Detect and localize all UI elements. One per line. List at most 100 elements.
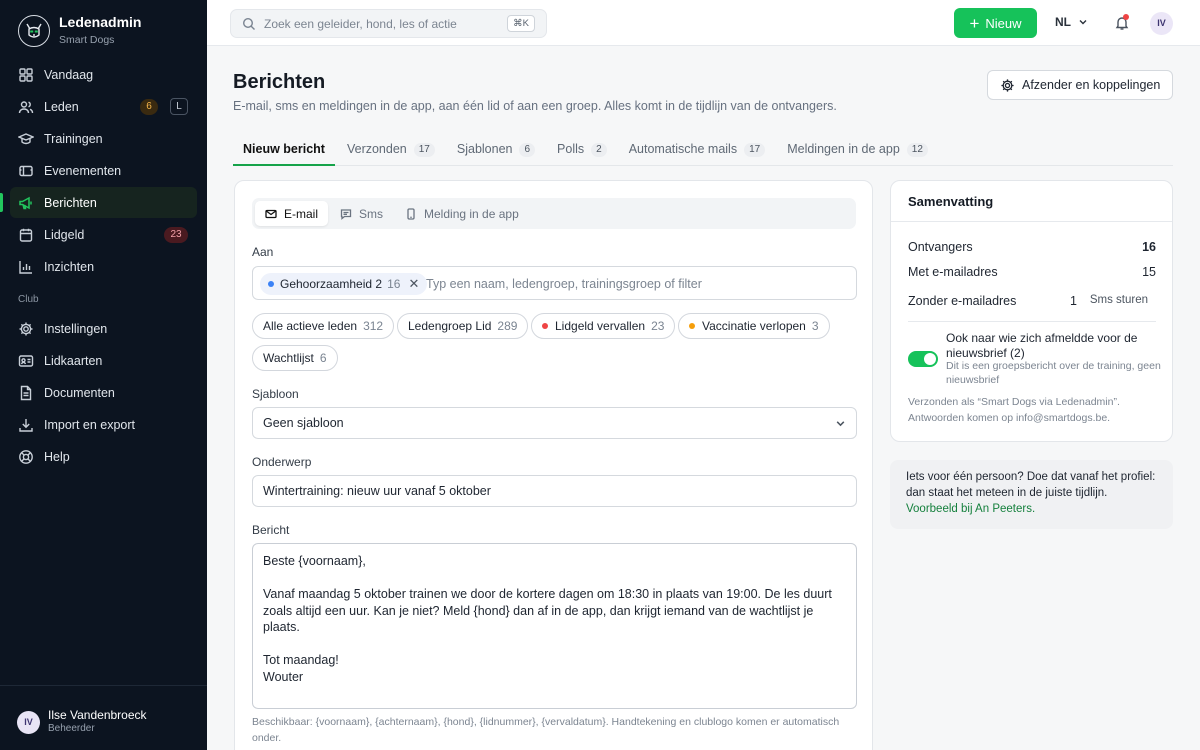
avatar[interactable]: IV: [1150, 12, 1173, 35]
sidebar-item-label: Lidkaarten: [44, 353, 103, 368]
tab-label: Polls: [557, 142, 585, 156]
sidebar-item-trainingen[interactable]: Trainingen: [10, 123, 197, 154]
group-chip-ledengroep-lid[interactable]: Ledengroep Lid 289: [397, 313, 529, 339]
sidebar-item-import-export[interactable]: Import en export: [10, 409, 197, 440]
tab-label: Automatische mails: [628, 142, 738, 156]
sidebar-user[interactable]: IV Ilse Vandenbroeck Beheerder: [0, 685, 207, 750]
sidebar-item-documenten[interactable]: Documenten: [10, 377, 197, 408]
language-selector[interactable]: NL: [1055, 15, 1088, 29]
summary-row-without-email: Zonder e-mailadres 1 Sms sturen: [908, 294, 1156, 308]
tab-label: Verzonden: [346, 142, 407, 156]
sidebar-item-label: Inzichten: [44, 259, 95, 274]
sender-settings-label: Afzender en koppelingen: [1022, 78, 1161, 92]
user-role: Beheerder: [48, 723, 95, 734]
sidebar-item-help[interactable]: Help: [10, 441, 197, 472]
status-dot: [542, 323, 548, 329]
document-icon: [20, 385, 32, 400]
tab-nieuw-bericht[interactable]: Nieuw bericht: [233, 137, 335, 166]
unsubscribed-toggle[interactable]: [908, 351, 938, 367]
main-nav: Vandaag Leden 6 L Trainingen Evenementen…: [0, 59, 197, 473]
placeholder-help-text: Beschikbaar: {voornaam}, {achternaam}, {…: [252, 716, 840, 744]
ticket-icon: [19, 165, 33, 176]
channel-tab-label: Sms: [359, 206, 384, 221]
chip-dot: [268, 281, 274, 287]
search-input[interactable]: [264, 15, 504, 33]
tab-count: 17: [744, 143, 766, 157]
tip-text: Iets voor één persoon? Doe dat vanaf het…: [906, 471, 1156, 499]
tab-automatische-mails[interactable]: Automatische mails 17: [619, 137, 776, 166]
sidebar-item-leden[interactable]: Leden 6 L: [10, 91, 197, 122]
group-chip-count: 6: [319, 351, 327, 365]
group-chip-label: Vaccinatie verlopen: [702, 319, 806, 333]
group-chip-label: Alle actieve leden: [263, 319, 358, 333]
summary-label: Ontvangers: [908, 240, 973, 254]
sender-settings-button[interactable]: Afzender en koppelingen: [987, 70, 1173, 100]
tab-verzonden[interactable]: Verzonden 17: [337, 137, 445, 166]
group-chip-label: Lidgeld vervallen: [555, 319, 646, 333]
subject-input[interactable]: [252, 475, 857, 507]
tab-count: 6: [519, 143, 536, 157]
send-sms-link[interactable]: Sms sturen: [1090, 294, 1148, 306]
subject-label: Onderwerp: [252, 455, 312, 469]
group-chip-wachtlijst[interactable]: Wachtlijst 6: [252, 345, 338, 371]
grid-icon: [19, 67, 33, 82]
sidebar-item-evenementen[interactable]: Evenementen: [10, 155, 197, 186]
recipient-chip[interactable]: Gehoorzaamheid 2 16 ✕: [260, 273, 428, 295]
summary-label: Met e-mailadres: [908, 265, 998, 279]
tab-label: Meldingen in de app: [787, 142, 900, 156]
graduation-cap-icon: [18, 132, 34, 144]
tab-polls[interactable]: Polls 2: [547, 137, 617, 166]
channel-tab-email[interactable]: E-mail: [255, 201, 329, 226]
channel-tab-sms[interactable]: Sms: [330, 201, 393, 226]
tab-count: 2: [591, 143, 607, 157]
summary-label: Zonder e-mailadres: [908, 294, 1017, 308]
group-chip-vaccinatie-verlopen[interactable]: Vaccinatie verlopen 3: [678, 313, 830, 339]
summary-value: 16: [1142, 240, 1156, 254]
message-label: Bericht: [252, 523, 290, 537]
sidebar-item-lidgeld[interactable]: Lidgeld 23: [10, 219, 197, 250]
chevron-down-icon: [836, 421, 845, 427]
id-card-icon: [18, 354, 34, 367]
example-link[interactable]: Voorbeeld bij An Peeters.: [906, 503, 1035, 515]
chevron-down-icon: [1079, 20, 1087, 25]
group-chip-count: 312: [363, 319, 384, 333]
sidebar-item-inzichten[interactable]: Inzichten: [10, 251, 197, 282]
tab-sjablonen[interactable]: Sjablonen 6: [447, 137, 545, 166]
sidebar-item-label: Leden: [44, 99, 79, 114]
brand[interactable]: Ledenadmin Smart Dogs: [18, 14, 141, 47]
status-dot: [689, 323, 695, 329]
group-chip-alle-actieve-leden[interactable]: Alle actieve leden 312: [252, 313, 395, 339]
sidebar-item-label: Trainingen: [44, 131, 103, 146]
megaphone-icon: [19, 196, 32, 209]
message-tabs: Nieuw bericht Verzonden 17 Sjablonen 6 Pol…: [233, 137, 1173, 166]
sidebar-item-lidkaarten[interactable]: Lidkaarten: [10, 345, 197, 376]
search-box[interactable]: ⌘K: [230, 9, 547, 38]
nav-section-club: Club: [18, 294, 39, 305]
sidebar-item-vandaag[interactable]: Vandaag: [10, 59, 197, 90]
close-icon[interactable]: ✕: [408, 276, 419, 292]
new-button-label: Nieuw: [985, 15, 1022, 31]
message-textarea[interactable]: Beste {voornaam}, Vanaf maandag 5 oktobe…: [252, 543, 857, 709]
channel-tab-app[interactable]: Melding in de app: [395, 201, 529, 226]
group-chip-lidgeld-vervallen[interactable]: Lidgeld vervallen 23: [531, 313, 676, 339]
tab-meldingen-app[interactable]: Meldingen in de app 12: [777, 137, 938, 166]
summary-title: Samenvatting: [908, 194, 994, 209]
sidebar-item-label: Documenten: [44, 385, 115, 400]
recipients-input[interactable]: [426, 275, 846, 293]
recipients-field[interactable]: Gehoorzaamheid 2 16 ✕: [252, 266, 857, 300]
tip-box: Iets voor één persoon? Doe dat vanaf het…: [890, 460, 1173, 529]
sidebar-item-instellingen[interactable]: Instellingen: [10, 313, 197, 344]
group-chip-count: 23: [651, 319, 665, 333]
group-chip-label: Ledengroep Lid: [408, 319, 492, 333]
sidebar-item-label: Evenementen: [44, 163, 122, 178]
new-button[interactable]: + Nieuw: [954, 8, 1037, 38]
page-title: Berichten: [233, 71, 326, 93]
bar-chart-icon: [19, 260, 32, 274]
sidebar-item-berichten[interactable]: Berichten: [0, 187, 197, 218]
chip-label: Gehoorzaamheid 2: [280, 277, 383, 291]
template-select[interactable]: Geen sjabloon: [252, 407, 857, 439]
group-chip-count: 289: [497, 319, 518, 333]
summary-row-recipients: Ontvangers 16: [908, 240, 1156, 254]
chip-count: 16: [387, 277, 401, 291]
topbar: ⌘K + Nieuw NL IV: [207, 0, 1200, 46]
